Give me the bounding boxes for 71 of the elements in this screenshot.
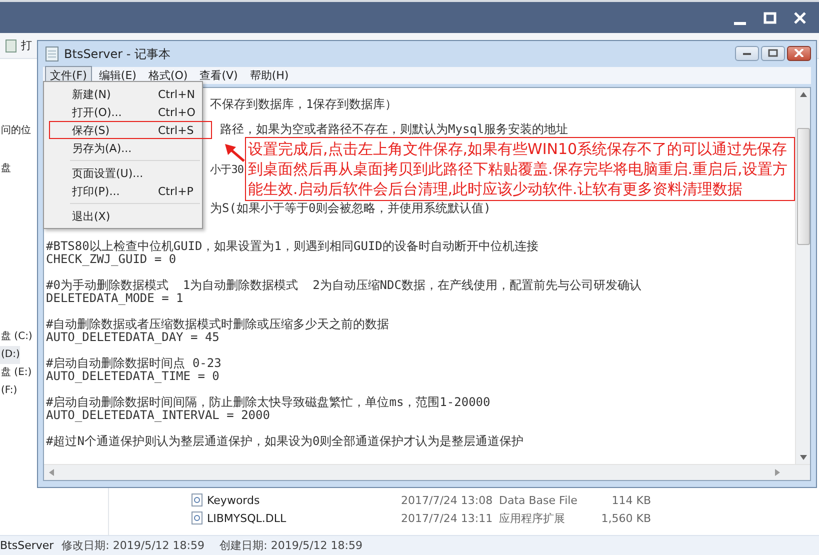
menu-option[interactable]: 另存为(A)... [44, 139, 202, 157]
vertical-scrollbar[interactable] [795, 88, 810, 464]
file-type: 应用程序扩展 [499, 510, 566, 526]
nav-item[interactable]: 盘 [0, 160, 11, 178]
window-title: BtsServer - 记事本 [64, 46, 172, 62]
text-line: 路径，如果为空或者路径不存在，则默认为Mysql服务安装的地址 [219, 123, 568, 136]
document-icon [5, 38, 17, 52]
annotation-note: 设置完成后,点击左上角文件保存,如果有些WIN10系统保存不了的可以通过先保存到桌面然后再从桌面拷贝到此路径下粘贴覆盖.保存完毕将电脑重启.重启后,设置方能生效.启动后软件会后台清理,此时应该少动软件.让软有更多资料清理数据 [245, 137, 795, 201]
text-line: AUTO_DELETEDATA_INTERVAL = 2000 [46, 409, 271, 422]
scroll-down-icon [800, 455, 806, 460]
arrow-icon [224, 143, 246, 163]
text-line: AUTO_DELETEDATA_TIME = 0 [46, 370, 220, 383]
shortcut-text: Ctrl+O [158, 106, 196, 118]
notepad-icon [45, 46, 59, 62]
menu-option[interactable]: 新建(N) Ctrl+N [44, 85, 202, 103]
file-type: Data Base File [499, 494, 578, 506]
shortcut-text: Ctrl+N [158, 88, 196, 100]
scroll-left-icon [49, 469, 54, 476]
horizontal-scrollbar[interactable] [44, 464, 810, 480]
text-line: #启动自动删除数据时间间隔，防止删除太快导致磁盘繁忙，单位ms，范围1-20000 [46, 396, 492, 409]
minimize-icon [742, 50, 752, 56]
file-name[interactable]: Keywords [207, 494, 401, 506]
shortcut-text: Ctrl+S [158, 124, 194, 136]
nav-item[interactable]: 盘 (E:) [0, 364, 32, 382]
nav-item[interactable]: (F:) [0, 382, 18, 400]
close-icon [794, 49, 804, 57]
open-button[interactable]: 打 [5, 36, 32, 56]
menu-item[interactable]: 帮助(H) [244, 66, 294, 85]
menu-option[interactable]: 打印(P)... Ctrl+P [44, 182, 202, 200]
file-size: 114 KB [610, 494, 651, 506]
scroll-up-icon [800, 92, 806, 97]
file-name[interactable]: LIBMYSQL.DLL [207, 512, 401, 524]
close-icon [793, 12, 807, 24]
file-date: 2017/7/24 13:11 [401, 512, 494, 524]
text-line: 为S(如果小于等于0则会被忽略，并使用系统默认值) [210, 202, 491, 215]
text-line: 不保存到数据库，1保存到数据库） [210, 98, 398, 111]
minimize-icon [734, 22, 746, 24]
scroll-thumb[interactable] [796, 128, 810, 244]
menu-option[interactable]: 打开(O)... Ctrl+O [44, 103, 202, 121]
maximize-icon [768, 49, 778, 57]
menu-item[interactable]: 查看(V) [194, 66, 243, 85]
file-name: BtsServer [0, 539, 54, 552]
menu-option[interactable]: 页面设置(U)... [44, 164, 202, 182]
minimize-button[interactable] [735, 46, 759, 60]
scroll-right-icon [775, 469, 780, 476]
file-icon [191, 493, 203, 507]
text-line: #BTS80以上检查中位机GUID，如果设置为1，则遇到相同GUID的设备时自动断开中位机连接 [46, 240, 540, 253]
file-date: 2017/7/24 13:08 [401, 494, 494, 506]
text-line: AUTO_DELETEDATA_DAY = 45 [46, 331, 220, 344]
nav-item[interactable]: 问的位 [0, 122, 31, 140]
file-size: 1,560 KB [600, 512, 651, 524]
menu-option[interactable]: 保存(S) Ctrl+S [49, 121, 212, 139]
menu-option[interactable]: 退出(X) [44, 207, 202, 225]
menu-item[interactable]: 编辑(E) [94, 66, 142, 85]
text-line: 小于30 [210, 163, 244, 176]
shortcut-text: Ctrl+P [158, 184, 194, 198]
nav-item[interactable]: (D:) [0, 346, 20, 364]
maximize-button[interactable] [761, 46, 785, 60]
text-line: CHECK_ZWJ_GUID = 0 [46, 253, 178, 266]
created-date: 创建日期: 2019/5/12 18:59 [220, 538, 362, 553]
menu-item[interactable]: 格式(O) [143, 66, 193, 85]
text-line: #超过N个通道保护则认为整层通道保护，如果设为0则全部通道保护才认为是整层通道保护 [46, 435, 525, 448]
file-icon [191, 511, 203, 525]
text-line: #自动删除数据或者压缩数据模式时删除或压缩多少天之前的数据 [46, 318, 390, 331]
close-button[interactable] [787, 46, 811, 60]
text-line: #启动自动删除数据时间点 0-23 [46, 357, 222, 370]
maximize-icon [763, 12, 777, 24]
nav-item[interactable]: 盘 (C:) [0, 328, 32, 346]
modified-date: 修改日期: 2019/5/12 18:59 [62, 538, 206, 553]
text-line: DELETEDATA_MODE = 1 [46, 292, 184, 305]
text-line: #0为手动删除数据模式 1为自动删除数据模式 2为自动压缩NDC数据，在产线使用，配置前先与公司研发确认 [46, 279, 642, 292]
